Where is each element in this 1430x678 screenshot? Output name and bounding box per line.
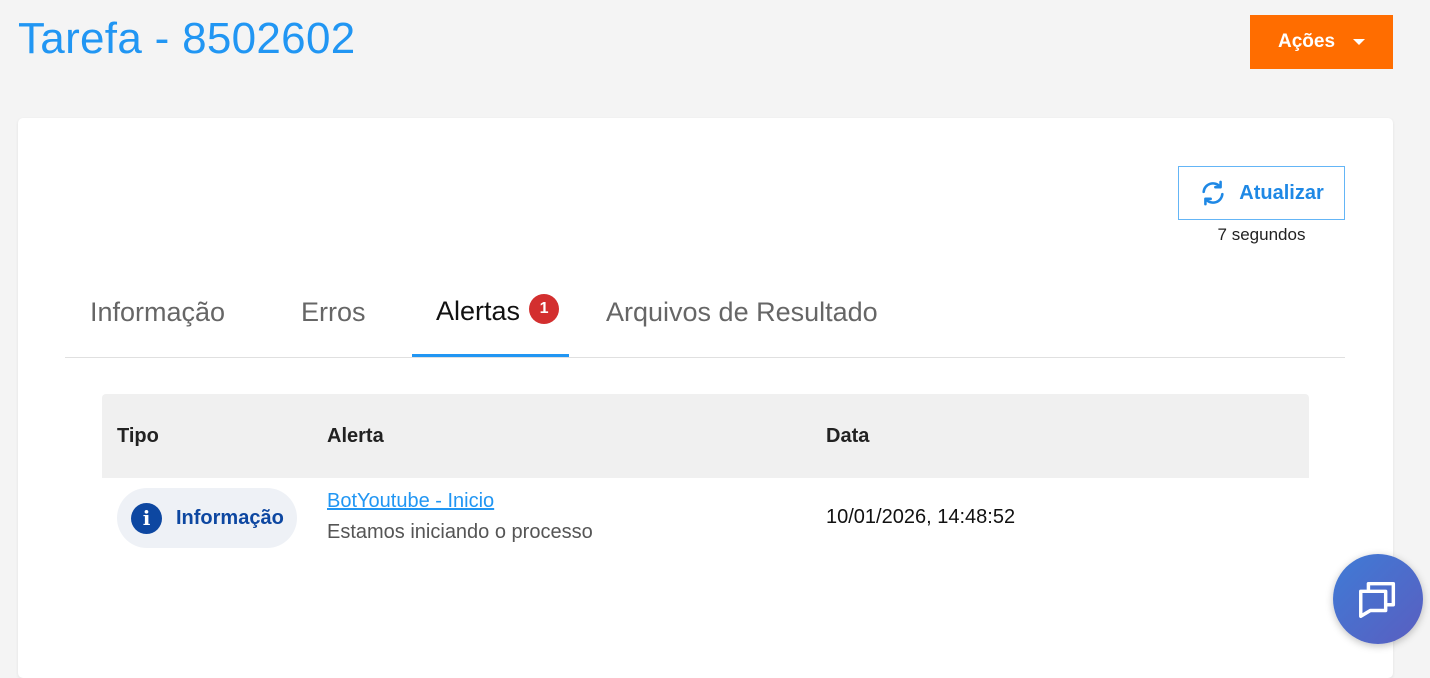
tab-erros[interactable]: Erros [301,268,366,357]
alert-count-badge: 1 [529,294,560,324]
chat-button[interactable] [1333,554,1423,644]
actions-button[interactable]: Ações [1250,15,1393,69]
column-header-tipo[interactable]: Tipo [117,394,159,478]
refresh-icon [1202,180,1224,206]
tab-label: Erros [301,297,366,327]
tab-label: Informação [90,297,226,327]
table-row: i Informação BotYoutube - Inicio Estamos… [102,478,1309,558]
column-header-alerta[interactable]: Alerta [327,394,384,478]
alert-title-link[interactable]: BotYoutube - Inicio [327,490,494,513]
refresh-button-label: Atualizar [1239,181,1324,204]
task-card: Atualizar 7 segundos Informação Erros Al… [18,118,1393,678]
alert-date: 10/01/2026, 14:48:52 [826,506,1016,528]
tab-label: Arquivos de Resultado [606,297,878,327]
tab-informacao[interactable]: Informação [90,268,225,357]
alerts-table: Tipo Alerta Data i Informação BotYoutube… [102,394,1309,558]
tab-bar: Informação Erros Alertas 1 Arquivos de R… [65,268,1345,358]
caret-down-icon [1353,39,1366,45]
alert-description: Estamos iniciando o processo [327,521,593,543]
chat-icon [1359,581,1396,618]
actions-button-label: Ações [1277,31,1336,52]
info-icon: i [131,502,162,534]
page-title: Tarefa - 8502602 [18,14,356,63]
refresh-elapsed-time: 7 segundos [1217,225,1306,244]
tab-label: Alertas [436,295,521,326]
column-header-data[interactable]: Data [826,394,869,478]
table-header: Tipo Alerta Data [102,394,1309,478]
tab-arquivos-de-resultado[interactable]: Arquivos de Resultado [606,268,878,357]
tab-alertas[interactable]: Alertas 1 [412,268,569,357]
type-badge-informacao: i Informação [117,488,297,548]
refresh-button[interactable]: Atualizar [1178,166,1345,220]
type-label: Informação [176,506,284,529]
